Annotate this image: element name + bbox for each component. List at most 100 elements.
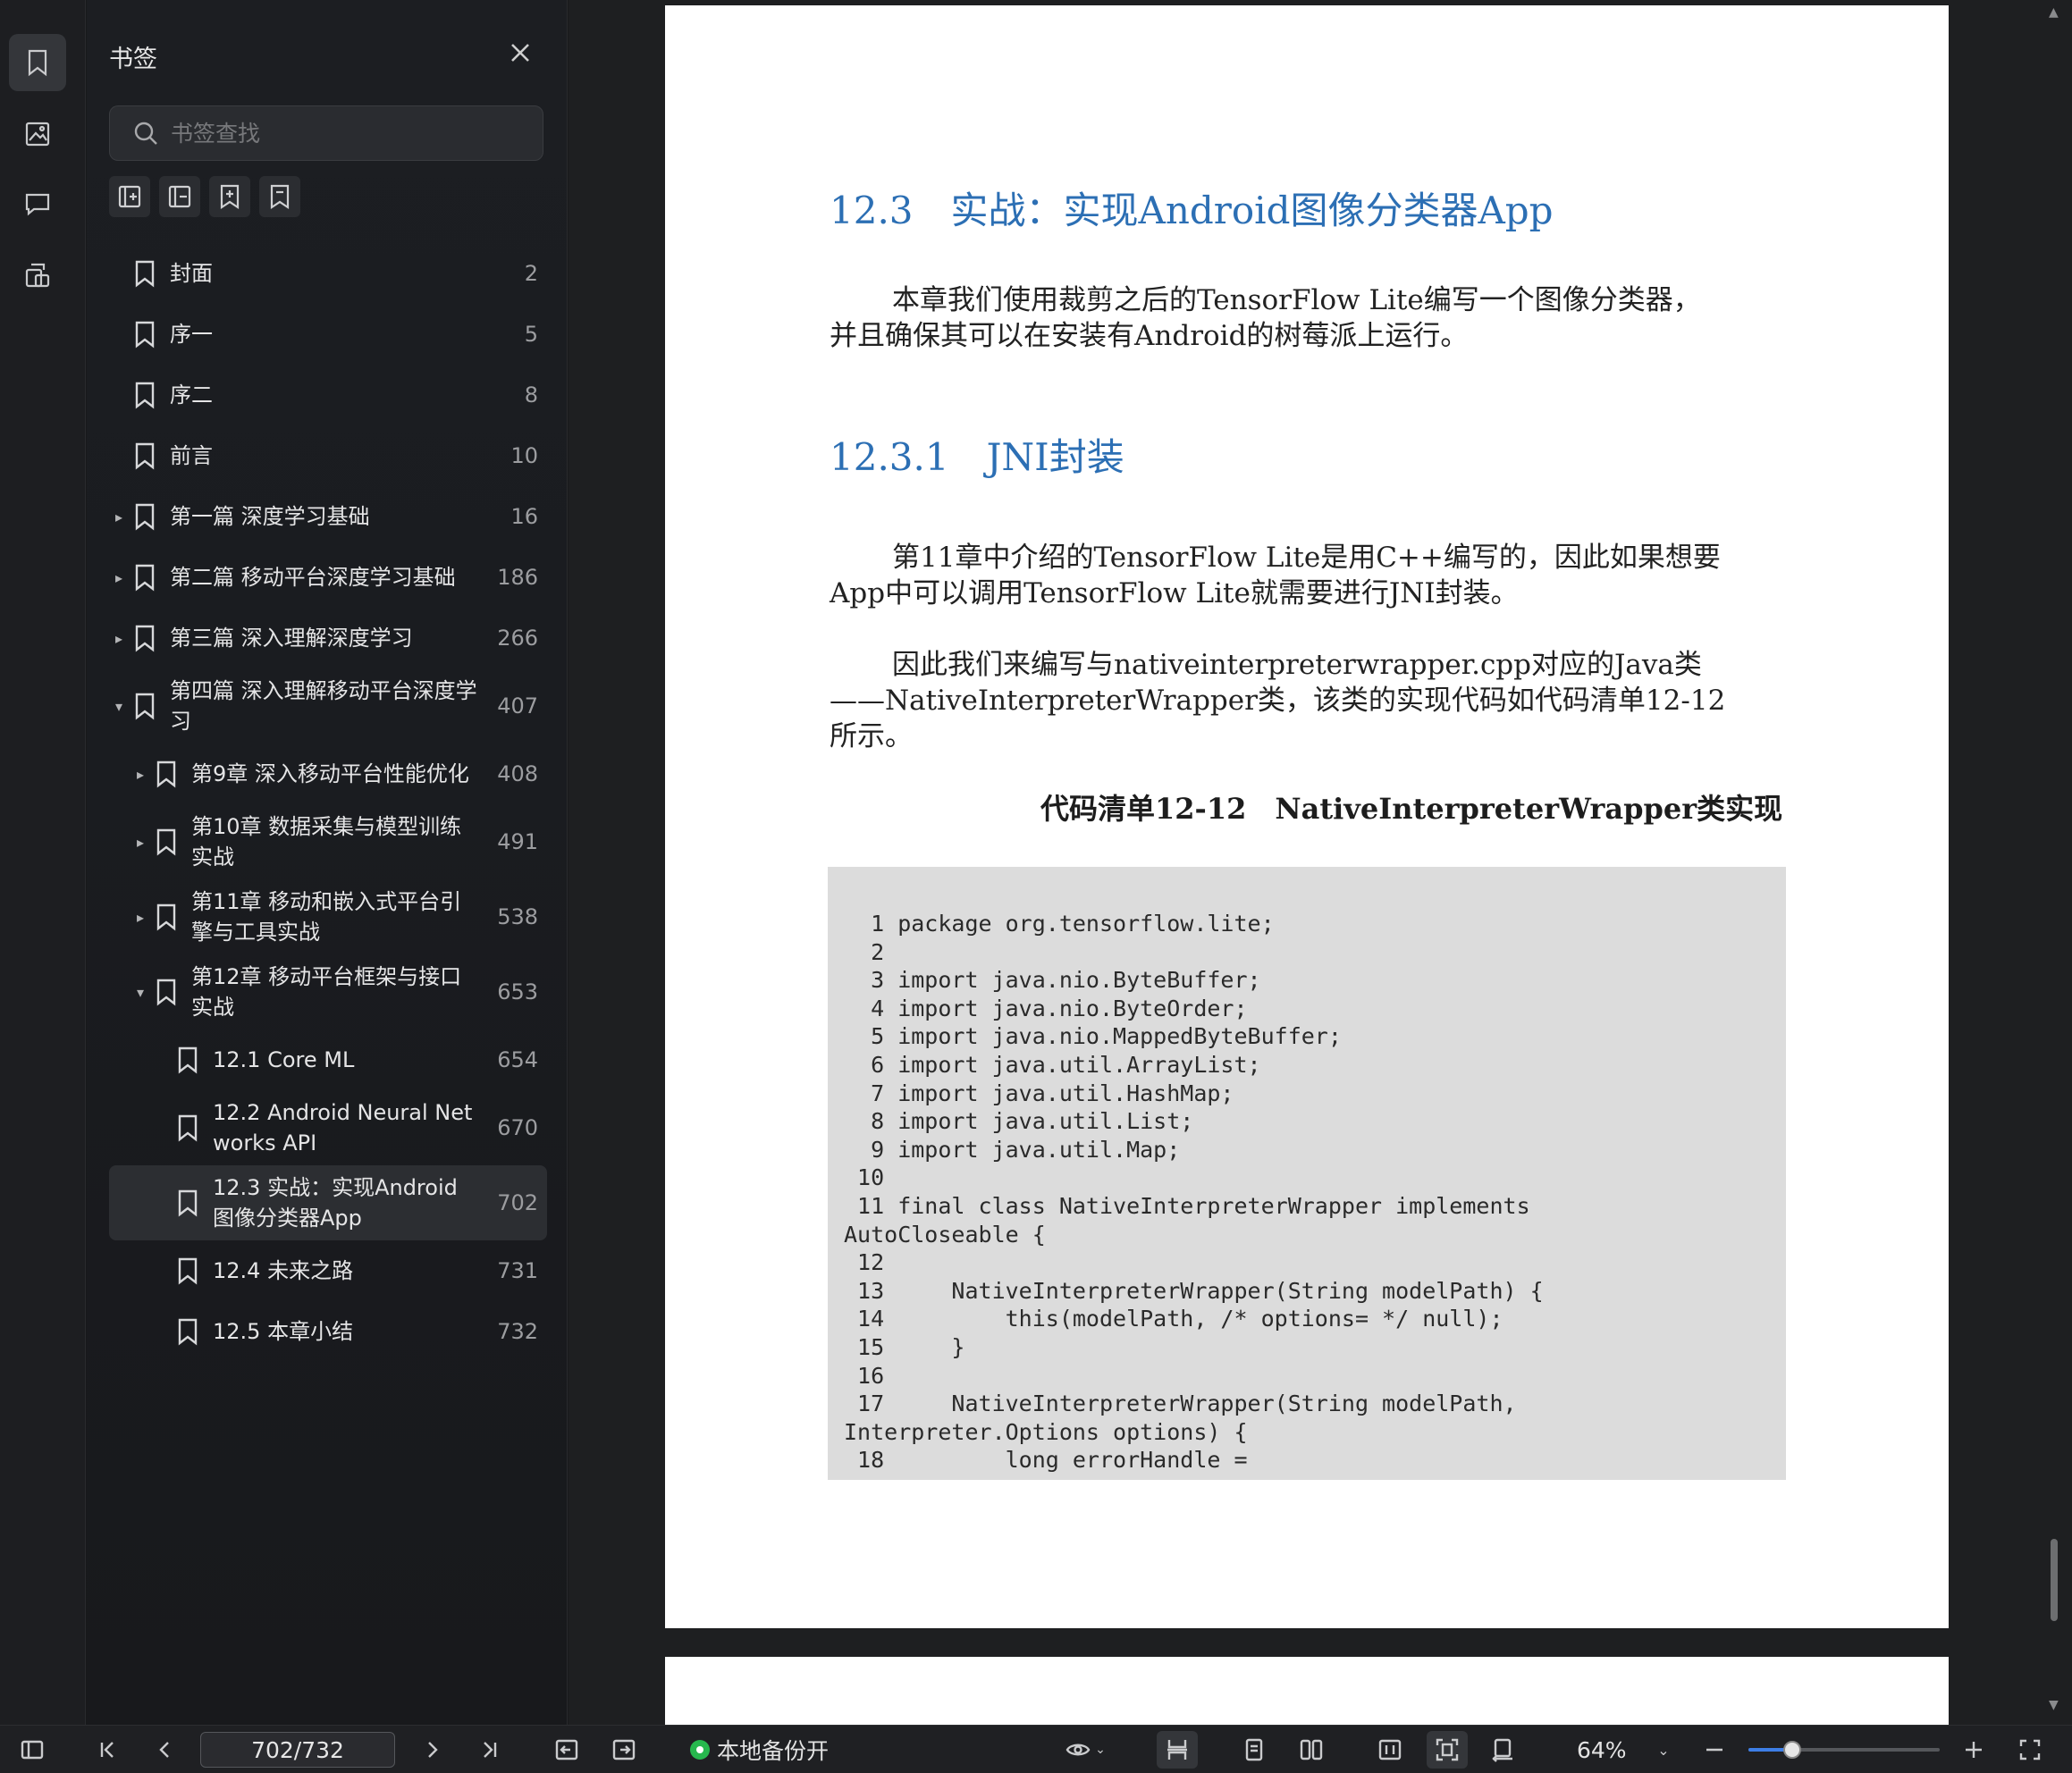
two-page-button[interactable] xyxy=(1293,1726,1330,1773)
bookmark-item[interactable]: ▸ 第二篇 移动平台深度学习基础 186 xyxy=(109,547,547,608)
bookmark-item[interactable]: 12.5 本章小结 732 xyxy=(109,1301,547,1362)
add-bookmark-icon xyxy=(220,184,240,210)
first-page-button[interactable] xyxy=(89,1726,125,1773)
sidebar-icon xyxy=(21,1740,44,1760)
expand-all-button[interactable] xyxy=(109,176,150,217)
bottom-toolbar: 702/732 本地备份开 ⌄ 64% ⌄ xyxy=(0,1725,2072,1773)
page-number-input[interactable]: 702/732 xyxy=(200,1732,395,1768)
zoom-in-button[interactable] xyxy=(1958,1726,1990,1773)
collapse-all-button[interactable] xyxy=(159,176,200,217)
bookmark-icon xyxy=(172,1112,204,1144)
bookmark-icon xyxy=(129,379,161,411)
bookmark-label: 12.2 Android Neural Networks API xyxy=(213,1100,473,1155)
bookmark-page-number: 407 xyxy=(497,693,538,718)
caret-right-icon[interactable]: ▸ xyxy=(109,569,129,586)
caret-right-icon[interactable]: ▸ xyxy=(109,508,129,525)
bookmark-search-input[interactable] xyxy=(171,120,543,147)
bookmark-label: 序二 xyxy=(170,382,213,408)
pdf-reader-window: 书签 封面 2 序一 5 序二 8 前言 10 ▸ 第一篇 深度学习基础 16 ▸ 第二篇 移动平台深度… xyxy=(0,0,2072,1773)
bookmark-label: 第10章 数据采集与模型训练实战 xyxy=(191,814,462,870)
zoom-slider-handle[interactable] xyxy=(1783,1741,1802,1759)
next-page-button[interactable] xyxy=(415,1726,451,1773)
rotate-button[interactable] xyxy=(1484,1726,1521,1773)
code-caption: 代码清单12-12 NativeInterpreterWrapper类实现 xyxy=(1040,792,1783,826)
caret-down-icon[interactable]: ▾ xyxy=(109,698,129,715)
caret-right-icon[interactable]: ▸ xyxy=(109,630,129,647)
last-page-button[interactable] xyxy=(472,1726,508,1773)
scroll-down-arrow[interactable]: ▼ xyxy=(2049,1698,2059,1712)
fit-width-button[interactable] xyxy=(1371,1726,1409,1773)
bookmark-page-number: 266 xyxy=(497,626,538,651)
bookmark-icon xyxy=(150,901,182,933)
bookmark-item[interactable]: 12.1 Core ML 654 xyxy=(109,1029,547,1090)
bookmark-icon xyxy=(129,318,161,350)
first-page-icon xyxy=(100,1742,114,1758)
bookmark-item[interactable]: ▾ 第四篇 深入理解移动平台深度学习 407 xyxy=(109,668,547,744)
caret-right-icon[interactable]: ▸ xyxy=(131,766,150,783)
go-back-button[interactable] xyxy=(549,1726,585,1773)
close-panel-button[interactable] xyxy=(507,39,534,66)
bookmark-icon xyxy=(129,440,161,472)
remove-bookmark-button[interactable] xyxy=(259,176,300,217)
bookmark-icon xyxy=(172,1255,204,1287)
zoom-level[interactable]: 64% xyxy=(1577,1726,1627,1773)
code-listing: 1 package org.tensorflow.lite; 2 3 impor… xyxy=(828,867,1786,1480)
bookmark-page-number: 5 xyxy=(524,322,538,347)
bookmark-item[interactable]: 封面 2 xyxy=(109,243,547,304)
bookmark-label: 第一篇 深度学习基础 xyxy=(170,504,370,529)
attachment-icon xyxy=(25,263,50,288)
single-page-icon xyxy=(1245,1738,1263,1761)
bookmark-icon xyxy=(150,758,182,790)
chevron-down-icon: ⌄ xyxy=(1657,1741,1670,1759)
bookmark-panel-button[interactable] xyxy=(9,34,66,91)
attachment-panel-button[interactable] xyxy=(9,247,66,304)
bookmark-page-number: 731 xyxy=(497,1258,538,1283)
bookmark-item[interactable]: 序一 5 xyxy=(109,304,547,365)
bookmark-item[interactable]: ▸ 第11章 移动和嵌入式平台引擎与工具实战 538 xyxy=(109,879,547,954)
bookmark-icon xyxy=(28,49,47,77)
bookmark-item[interactable]: ▸ 第9章 深入移动平台性能优化 408 xyxy=(109,744,547,804)
read-mode-dropdown[interactable]: ⌄ xyxy=(1058,1726,1112,1773)
toggle-sidebar-button[interactable] xyxy=(13,1726,52,1773)
document-viewport[interactable]: 12.3 实战：实现Android图像分类器App 本章我们使用裁剪之后的Ten… xyxy=(569,0,2072,1728)
local-backup-status[interactable]: 本地备份开 xyxy=(690,1726,829,1773)
bookmark-label: 封面 xyxy=(170,261,213,286)
previous-page-button[interactable] xyxy=(147,1726,182,1773)
bookmark-icon xyxy=(150,826,182,858)
thumbnail-panel-button[interactable] xyxy=(9,105,66,163)
bookmark-label: 第三篇 深入理解深度学习 xyxy=(170,626,413,651)
add-bookmark-button[interactable] xyxy=(209,176,250,217)
continuous-scroll-button[interactable] xyxy=(1157,1731,1198,1769)
bookmark-item[interactable]: ▸ 第一篇 深度学习基础 16 xyxy=(109,486,547,547)
fit-page-button[interactable] xyxy=(1427,1731,1468,1769)
bookmark-label: 12.5 本章小结 xyxy=(213,1319,354,1344)
bookmark-page-number: 653 xyxy=(497,979,538,1004)
comment-icon xyxy=(25,193,50,216)
bookmark-item[interactable]: ▸ 第三篇 深入理解深度学习 266 xyxy=(109,608,547,668)
caret-down-icon[interactable]: ▾ xyxy=(131,984,150,1001)
caret-right-icon[interactable]: ▸ xyxy=(131,909,150,926)
bookmark-item[interactable]: ▸ 第10章 数据采集与模型训练实战 491 xyxy=(109,804,547,879)
scroll-up-arrow[interactable]: ▲ xyxy=(2049,5,2059,20)
bookmark-item[interactable]: 12.4 未来之路 731 xyxy=(109,1240,547,1301)
code-text: 1 package org.tensorflow.lite; 2 3 impor… xyxy=(844,911,1544,1474)
bookmark-icon xyxy=(172,1044,204,1076)
bookmark-item[interactable]: 前言 10 xyxy=(109,425,547,486)
bookmark-label: 12.3 实战：实现Android图像分类器App xyxy=(213,1175,458,1231)
bookmark-item[interactable]: ▾ 第12章 移动平台框架与接口实战 653 xyxy=(109,954,547,1029)
zoom-dropdown[interactable]: ⌄ xyxy=(1650,1726,1677,1773)
bookmark-item[interactable]: 12.2 Android Neural Networks API 670 xyxy=(109,1090,547,1165)
paragraph-3: 因此我们来编写与nativeinterpreterwrapper.cpp对应的J… xyxy=(830,649,1726,752)
single-page-button[interactable] xyxy=(1235,1726,1273,1773)
zoom-slider[interactable] xyxy=(1748,1741,1940,1759)
rotate-icon xyxy=(1492,1738,1512,1762)
go-forward-button[interactable] xyxy=(606,1726,642,1773)
scrollbar-thumb[interactable] xyxy=(2051,1539,2058,1621)
annotation-panel-button[interactable] xyxy=(9,175,66,232)
bookmark-item[interactable]: 序二 8 xyxy=(109,365,547,425)
caret-right-icon[interactable]: ▸ xyxy=(131,834,150,851)
zoom-out-button[interactable] xyxy=(1698,1726,1731,1773)
fit-page-icon xyxy=(1436,1738,1459,1761)
fullscreen-button[interactable] xyxy=(2011,1726,2049,1773)
bookmark-item[interactable]: 12.3 实战：实现Android图像分类器App 702 xyxy=(109,1165,547,1240)
